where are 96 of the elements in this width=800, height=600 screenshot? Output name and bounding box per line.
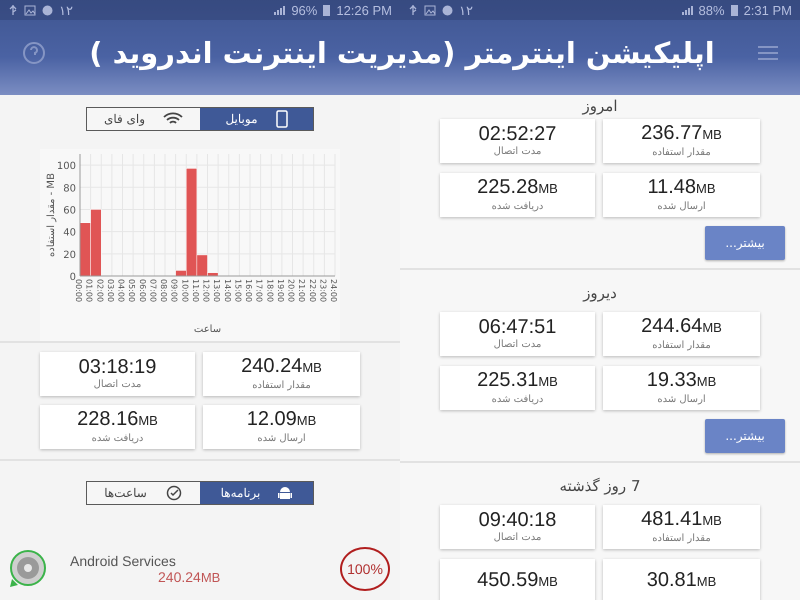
- x-tick-label: 10:00: [180, 279, 190, 302]
- stat-label: مقدار استفاده: [652, 532, 711, 546]
- x-tick-label: 09:00: [170, 279, 179, 302]
- x-axis-title: ساعت: [194, 324, 222, 335]
- menu-icon: [758, 44, 778, 60]
- more-button[interactable]: بیشتر...: [705, 226, 785, 260]
- stat-label: مقدار استفاده: [652, 339, 711, 353]
- x-tick-label: 08:00: [159, 279, 168, 302]
- stat-label: مدت اتصال: [494, 531, 542, 545]
- x-tick-label: 02:00: [95, 279, 104, 302]
- stat-value: 450.59MB: [477, 569, 558, 593]
- stat-value: 12.09MB: [246, 408, 316, 432]
- section-heading: 7 روز گذشته: [558, 476, 642, 497]
- app-name[interactable]: Android Services: [70, 553, 340, 569]
- usage-percent: 100%: [340, 547, 390, 591]
- segment-tab[interactable]: برنامه‌ها: [200, 482, 313, 504]
- smartphone-icon: [276, 110, 288, 128]
- usb-icon: [408, 4, 418, 16]
- clock-icon: [164, 485, 183, 501]
- stat-value: 03:18:19: [78, 356, 156, 378]
- image-icon: [24, 4, 36, 16]
- y-tick-label: 20: [63, 250, 76, 261]
- x-tick-label: 16:00: [244, 279, 253, 302]
- stat-value: 481.41MB: [641, 508, 722, 532]
- y-tick-label: 40: [63, 228, 76, 239]
- x-tick-label: 23:00: [318, 279, 328, 302]
- stat-value: 11.48MB: [647, 176, 716, 200]
- x-tick-label: 06:00: [138, 279, 147, 302]
- bar: [90, 209, 102, 276]
- section-heading: دیروز: [582, 283, 618, 304]
- x-tick-label: 14:00: [222, 279, 232, 302]
- y-axis-title: MB - مقدار استفاده: [46, 173, 57, 257]
- stat-value: 02:52:27: [478, 123, 556, 145]
- y-tick-label: 80: [63, 183, 76, 194]
- stat-value: 30.81MB: [646, 569, 716, 593]
- android-icon: [278, 485, 292, 501]
- battery-icon: [730, 4, 738, 16]
- usb-icon: [8, 4, 18, 16]
- stat-value: 06:47:51: [478, 316, 556, 338]
- battery-icon: [323, 4, 330, 16]
- x-tick-label: 11:00: [190, 279, 200, 302]
- battery-percent: 96%: [291, 2, 318, 18]
- x-tick-label: 17:00: [254, 279, 264, 302]
- more-button[interactable]: بیشتر...: [705, 419, 785, 453]
- stat-value: 240.24MB: [241, 355, 322, 379]
- stat-label: ارسال شده: [257, 432, 306, 446]
- x-tick-label: 18:00: [265, 279, 274, 302]
- stat-label: دریافت شده: [492, 393, 544, 407]
- stat-label: مدت اتصال: [494, 338, 542, 352]
- x-tick-label: 21:00: [297, 279, 306, 302]
- signal-icon: [680, 4, 693, 16]
- stat-value: 244.64MB: [641, 315, 722, 339]
- x-tick-label: 24:00: [329, 279, 338, 302]
- y-tick-label: 100: [56, 161, 76, 172]
- stat-label: مقدار استفاده: [252, 379, 311, 393]
- x-tick-label: 20:00: [286, 279, 296, 302]
- signal-icon: [273, 4, 286, 16]
- stat-label: مدت اتصال: [94, 378, 142, 392]
- banner-title: اپلیکیشن اینترمتر (مدیریت اینترنت اندروید ): [89, 36, 715, 70]
- stat-value: 228.16MB: [77, 408, 158, 432]
- x-tick-label: 19:00: [276, 279, 285, 302]
- clock-time: 12:26 PM: [336, 2, 392, 18]
- help-icon: [22, 40, 46, 64]
- x-tick-label: 13:00: [212, 279, 222, 302]
- stat-label: مقدار استفاده: [652, 146, 711, 160]
- x-tick-label: 15:00: [233, 279, 242, 302]
- segment-tab[interactable]: موبایل: [200, 108, 313, 130]
- stat-value: 225.31MB: [477, 369, 558, 393]
- stat-label: ارسال شده: [657, 393, 706, 407]
- stat-value: 225.28MB: [477, 176, 558, 200]
- clock-time: 2:31 PM: [744, 2, 792, 18]
- stat-value: 19.33MB: [646, 369, 716, 393]
- disc-icon: [8, 549, 48, 589]
- stat-value: 09:40:18: [478, 509, 556, 531]
- x-tick-label: 04:00: [116, 279, 126, 302]
- stat-value: 236.77MB: [641, 122, 722, 146]
- wifi-icon: [163, 112, 184, 126]
- x-tick-label: 22:00: [308, 279, 317, 302]
- x-tick-label: 12:00: [202, 279, 210, 302]
- app-usage: 240.24MB: [158, 569, 222, 585]
- image-icon: [424, 4, 436, 16]
- stat-label: ارسال شده: [657, 200, 706, 214]
- x-tick-label: 05:00: [127, 279, 136, 302]
- notification-count: ۱۲: [459, 2, 473, 18]
- x-tick-label: 03:00: [106, 279, 115, 302]
- y-tick-label: 0: [70, 272, 76, 283]
- x-tick-label: 01:00: [84, 279, 94, 302]
- y-tick-label: 60: [63, 205, 76, 216]
- section-heading: امروز: [580, 96, 618, 117]
- stat-label: مدت اتصال: [494, 145, 542, 159]
- x-tick-label: 07:00: [148, 279, 158, 302]
- notification-count: ۱۲: [59, 2, 73, 18]
- x-tick-label: 00:00: [74, 279, 83, 302]
- stat-label: دریافت شده: [492, 200, 544, 214]
- battery-percent: 88%: [698, 2, 725, 18]
- stat-label: دریافت شده: [92, 432, 144, 446]
